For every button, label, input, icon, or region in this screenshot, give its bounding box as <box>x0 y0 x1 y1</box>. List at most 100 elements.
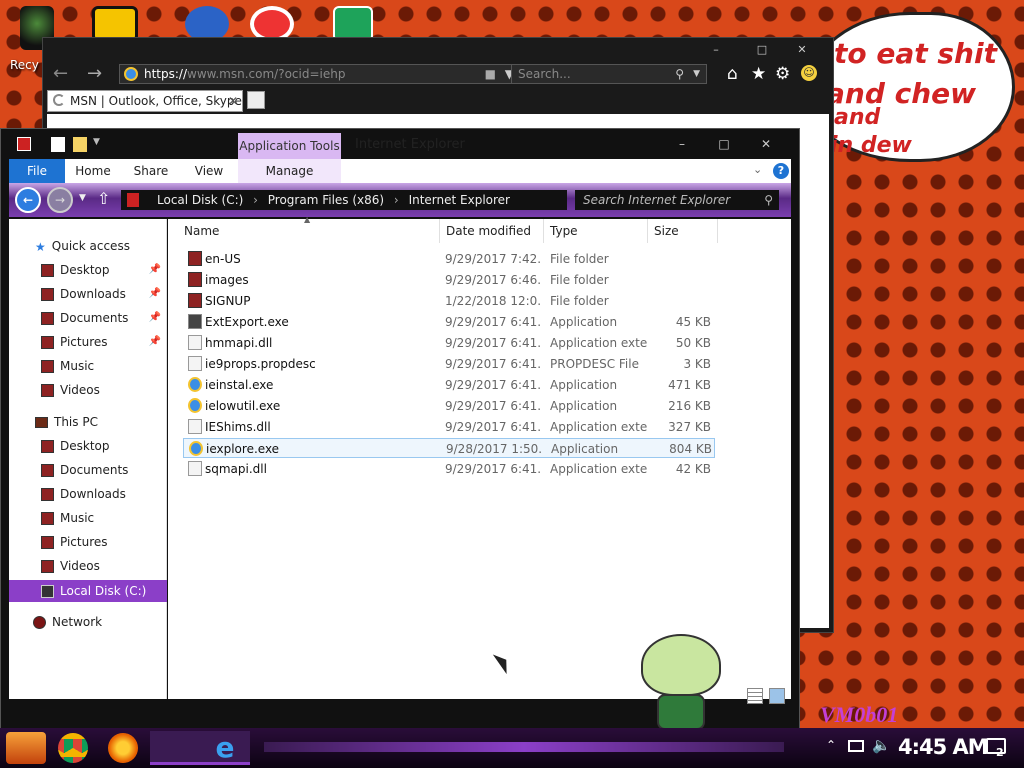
ie-tab-msn[interactable]: MSN | Outlook, Office, Skype,... ✕ <box>47 90 243 112</box>
nav-quick-pictures[interactable]: Pictures 📌 <box>9 331 167 353</box>
details-view-icon[interactable] <box>747 688 763 704</box>
table-row[interactable]: sqmapi.dll 9/29/2017 6:41... Application e… <box>183 459 715 479</box>
nav-pc-music[interactable]: Music <box>9 507 167 529</box>
nav-pc-downloads[interactable]: Downloads <box>9 483 167 505</box>
folder-icon <box>41 360 54 373</box>
nav-network[interactable]: Network <box>9 611 167 633</box>
table-row[interactable]: ielowutil.exe 9/29/2017 6:41... Applicatio… <box>183 396 715 416</box>
file-explorer-taskbar-icon[interactable] <box>150 731 200 765</box>
up-arrow-icon[interactable]: ⇧ <box>97 189 110 208</box>
network-tray-icon[interactable] <box>848 740 864 752</box>
nav-quick-downloads[interactable]: Downloads 📌 <box>9 283 167 305</box>
start-button[interactable] <box>6 732 46 764</box>
nav-forward-button[interactable]: → <box>47 187 73 213</box>
back-arrow-icon[interactable]: ← <box>53 64 79 84</box>
table-row[interactable]: ie9props.propdesc 9/29/2017 6:41... PROPDE… <box>183 354 715 374</box>
explorer-minimize-button[interactable]: – <box>665 135 699 153</box>
column-header-type[interactable]: Type <box>544 219 648 243</box>
table-row[interactable]: en-US 9/29/2017 7:42... File folder <box>183 249 715 269</box>
file-name: images <box>205 273 249 287</box>
ie-maximize-button[interactable]: □ <box>745 42 779 58</box>
nav-label: Network <box>52 615 103 629</box>
internet-explorer-taskbar-icon[interactable]: e <box>200 731 250 765</box>
nav-quick-videos[interactable]: Videos <box>9 379 167 401</box>
nav-pc-desktop[interactable]: Desktop <box>9 435 167 457</box>
ie-close-button[interactable]: ✕ <box>785 42 819 58</box>
column-header-name[interactable]: Name <box>178 219 440 243</box>
qat-dropdown-icon[interactable]: ▼ <box>93 137 100 147</box>
nav-label: Pictures <box>60 335 108 349</box>
tab-file[interactable]: File <box>9 159 65 183</box>
clock-time[interactable]: 4:45 AM <box>898 735 989 759</box>
pin-icon[interactable]: 📌 <box>149 307 161 329</box>
file-type: Application <box>550 315 618 329</box>
folder-icon <box>41 440 54 453</box>
table-row[interactable]: ieinstal.exe 9/29/2017 6:41... Application… <box>183 375 715 395</box>
firefox-icon[interactable] <box>108 733 138 763</box>
nav-back-button[interactable]: ← <box>15 187 41 213</box>
nav-pc-documents[interactable]: Documents <box>9 459 167 481</box>
home-icon[interactable]: ⌂ <box>727 64 738 84</box>
table-row[interactable]: IEShims.dll 9/29/2017 6:41... Application … <box>183 417 715 437</box>
table-row[interactable]: hmmapi.dll 9/29/2017 6:41... Application e… <box>183 333 715 353</box>
large-icons-view-icon[interactable] <box>769 688 785 704</box>
folder-icon <box>188 272 202 287</box>
nav-quick-desktop[interactable]: Desktop 📌 <box>9 259 167 281</box>
recent-locations-icon[interactable]: ▼ <box>79 193 86 203</box>
breadcrumb-item[interactable]: Program Files (x86) <box>268 193 384 207</box>
explorer-close-button[interactable]: ✕ <box>749 135 783 153</box>
feedback-smiley-icon[interactable]: ☺ <box>801 65 817 81</box>
tab-share[interactable]: Share <box>125 159 177 183</box>
ie-address-bar[interactable]: https://www.msn.com/?ocid=iehp ■ ▼ ✕ <box>119 64 543 84</box>
file-type: File folder <box>550 252 609 266</box>
ie-minimize-button[interactable]: – <box>699 42 733 58</box>
table-row[interactable]: images 9/29/2017 6:46... File folder <box>183 270 715 290</box>
file-type: Application <box>550 378 618 392</box>
pin-icon[interactable]: 📌 <box>149 259 161 281</box>
pin-icon[interactable]: 📌 <box>149 331 161 353</box>
nav-quick-music[interactable]: Music <box>9 355 167 377</box>
internet-explorer-icon <box>189 441 203 456</box>
favorites-star-icon[interactable]: ★ <box>751 64 766 84</box>
file-type: Application <box>551 442 619 456</box>
explorer-maximize-button[interactable]: □ <box>707 135 741 153</box>
nav-pc-videos[interactable]: Videos <box>9 555 167 577</box>
qat-properties-icon[interactable] <box>51 137 65 152</box>
tab-view[interactable]: View <box>183 159 235 183</box>
breadcrumb-item[interactable]: Local Disk (C:) <box>157 193 243 207</box>
navigation-pane: ★ Quick access Desktop 📌 Downloads 📌 Docume… <box>9 219 167 699</box>
table-row[interactable]: SIGNUP 1/22/2018 12:0... File folder <box>183 291 715 311</box>
tab-close-icon[interactable]: ✕ <box>228 91 238 111</box>
table-row[interactable]: iexplore.exe 9/28/2017 1:50... Application… <box>183 438 715 458</box>
breadcrumb-item[interactable]: Internet Explorer <box>409 193 510 207</box>
search-dropdown-icon[interactable]: ▼ <box>693 65 700 83</box>
breadcrumb[interactable]: Local Disk (C:) › Program Files (x86) › … <box>121 190 567 210</box>
new-tab-button[interactable] <box>247 91 265 109</box>
pin-icon[interactable]: 📌 <box>149 283 161 305</box>
ribbon-expand-icon[interactable]: ⌄ <box>753 163 762 176</box>
show-hidden-icons-icon[interactable]: ⌃ <box>826 738 836 752</box>
tools-gear-icon[interactable]: ⚙ <box>775 64 790 84</box>
tab-home[interactable]: Home <box>67 159 119 183</box>
file-date: 9/29/2017 6:41... <box>445 462 541 476</box>
nav-quick-access[interactable]: ★ Quick access <box>9 235 167 257</box>
nav-this-pc[interactable]: This PC <box>9 411 167 433</box>
column-header-date[interactable]: Date modified <box>440 219 544 243</box>
chrome-icon[interactable] <box>58 733 88 763</box>
nav-pc-pictures[interactable]: Pictures <box>9 531 167 553</box>
tab-manage[interactable]: Manage <box>238 159 341 183</box>
explorer-search-box[interactable]: Search Internet Explorer ⚲ <box>575 190 779 210</box>
search-icon[interactable]: ⚲ <box>764 190 773 210</box>
volume-tray-icon[interactable]: 🔈 <box>872 736 891 754</box>
forward-arrow-icon[interactable]: → <box>87 64 113 84</box>
help-icon[interactable]: ? <box>773 163 789 179</box>
qat-new-folder-icon[interactable] <box>73 137 87 152</box>
table-row[interactable]: ExtExport.exe 9/29/2017 6:41... Applicatio… <box>183 312 715 332</box>
folder-icon <box>188 293 202 308</box>
search-icon[interactable]: ⚲ <box>675 65 684 83</box>
nav-local-disk[interactable]: Local Disk (C:) <box>9 580 167 602</box>
nav-label: Downloads <box>60 487 126 501</box>
nav-quick-documents[interactable]: Documents 📌 <box>9 307 167 329</box>
column-header-size[interactable]: Size <box>648 219 718 243</box>
ie-search-box[interactable]: Search... ⚲ ▼ <box>511 64 707 84</box>
